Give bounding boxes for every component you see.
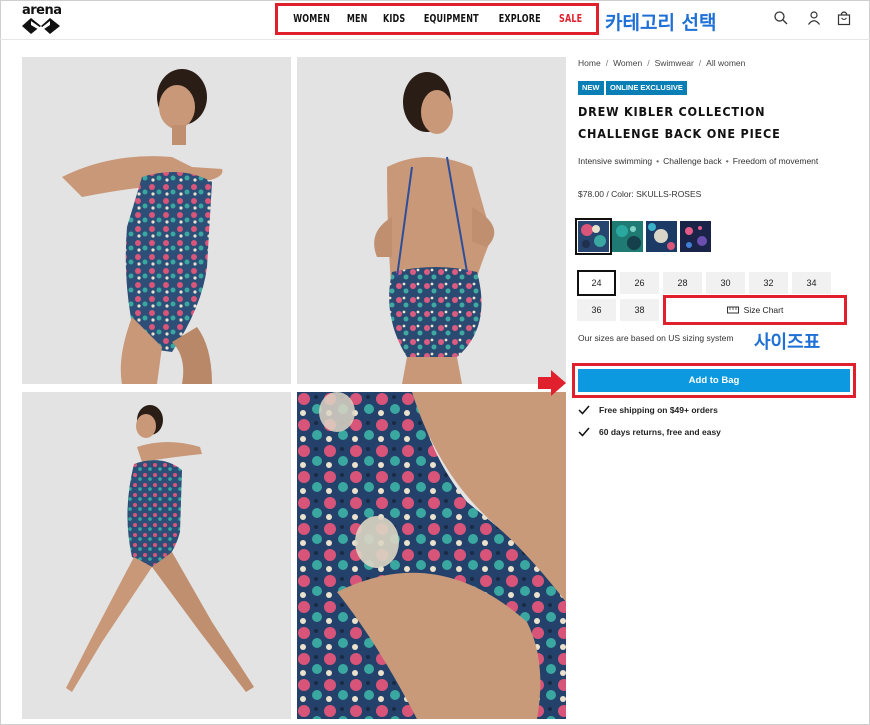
- badge-online-exclusive: ONLINE EXCLUSIVE: [606, 81, 687, 95]
- color-swatch-teal-floral[interactable]: [612, 221, 643, 252]
- size-option-38[interactable]: 38: [620, 299, 659, 321]
- annotation-size-chart: 사이즈표: [754, 332, 821, 353]
- product-features: Intensive swimming • Challenge back • Freedo…: [578, 156, 818, 166]
- color-swatch-skulls-roses[interactable]: [575, 218, 612, 255]
- color-swatch-blue-skull[interactable]: [646, 221, 677, 252]
- add-to-bag-button[interactable]: Add to Bag: [578, 369, 850, 392]
- site-header: arena WOMEN MEN KIDS EQUIPMENT EXPLORE S…: [0, 0, 870, 40]
- size-option-28[interactable]: 28: [663, 272, 702, 294]
- product-photo-detail[interactable]: [297, 392, 566, 719]
- feature-dot: •: [656, 156, 660, 166]
- breadcrumb-separator: /: [647, 58, 650, 68]
- size-chart-content: Size Chart: [726, 305, 784, 315]
- add-to-bag-highlight: Add to Bag: [572, 363, 856, 398]
- product-title: DREW KIBLER COLLECTION CHALLENGE BACK ON…: [578, 104, 781, 141]
- search-icon[interactable]: [773, 10, 789, 26]
- size-option-30[interactable]: 30: [706, 272, 745, 294]
- nav-women[interactable]: WOMEN: [293, 13, 330, 25]
- check-icon: [578, 405, 590, 415]
- sizes-note: Our sizes are based on US sizing system: [578, 333, 734, 343]
- color-swatch-navy-pink[interactable]: [680, 221, 711, 252]
- breadcrumb-home[interactable]: Home: [578, 58, 601, 68]
- perk-label: 60 days returns, free and easy: [599, 427, 721, 437]
- check-icon: [578, 427, 590, 437]
- nav-men[interactable]: MEN: [347, 13, 368, 25]
- red-arrow-icon: [538, 370, 566, 396]
- logo-text: arena: [22, 3, 62, 18]
- breadcrumb-swimwear[interactable]: Swimwear: [655, 58, 694, 68]
- product-photo-stretch[interactable]: [22, 392, 291, 719]
- feature-dot: •: [725, 156, 729, 166]
- feature-item: Challenge back: [663, 156, 722, 166]
- breadcrumb-separator: /: [605, 58, 609, 68]
- product-photo-back[interactable]: [297, 57, 566, 384]
- breadcrumb: Home / Women / Swimwear / All women: [578, 58, 745, 68]
- nav-kids[interactable]: KIDS: [383, 13, 405, 25]
- annotation-category-select: 카테고리 선택: [605, 12, 717, 34]
- arena-logo[interactable]: arena: [22, 3, 62, 34]
- product-photo-front[interactable]: [22, 57, 291, 384]
- bag-icon[interactable]: [836, 10, 852, 26]
- ruler-icon: [726, 306, 739, 314]
- perk-free-shipping: Free shipping on $49+ orders: [578, 405, 718, 415]
- size-option-24[interactable]: 24: [577, 270, 616, 296]
- nav-explore[interactable]: EXPLORE: [499, 13, 541, 25]
- breadcrumb-all-women[interactable]: All women: [706, 58, 745, 68]
- badge-new: NEW: [578, 81, 604, 95]
- price-color-line: $78.00 / Color: SKULLS-ROSES: [578, 189, 702, 199]
- size-option-26[interactable]: 26: [620, 272, 659, 294]
- nav-sale[interactable]: SALE: [559, 13, 582, 25]
- user-icon[interactable]: [806, 10, 822, 26]
- size-option-32[interactable]: 32: [749, 272, 788, 294]
- size-chart-label: Size Chart: [743, 305, 784, 315]
- size-option-36[interactable]: 36: [577, 299, 616, 321]
- feature-item: Freedom of movement: [732, 156, 819, 166]
- size-chart-button[interactable]: Size Chart: [663, 295, 847, 325]
- nav-equipment[interactable]: EQUIPMENT: [424, 13, 479, 25]
- size-option-34[interactable]: 34: [792, 272, 831, 294]
- breadcrumb-separator: /: [698, 58, 702, 68]
- perk-label: Free shipping on $49+ orders: [599, 405, 718, 415]
- perk-returns: 60 days returns, free and easy: [578, 427, 721, 437]
- category-nav: WOMEN MEN KIDS EQUIPMENT EXPLORE SALE: [275, 3, 599, 35]
- diamond-logo-icon: [22, 18, 60, 34]
- feature-item: Intensive swimming: [578, 156, 653, 166]
- breadcrumb-women[interactable]: Women: [613, 58, 642, 68]
